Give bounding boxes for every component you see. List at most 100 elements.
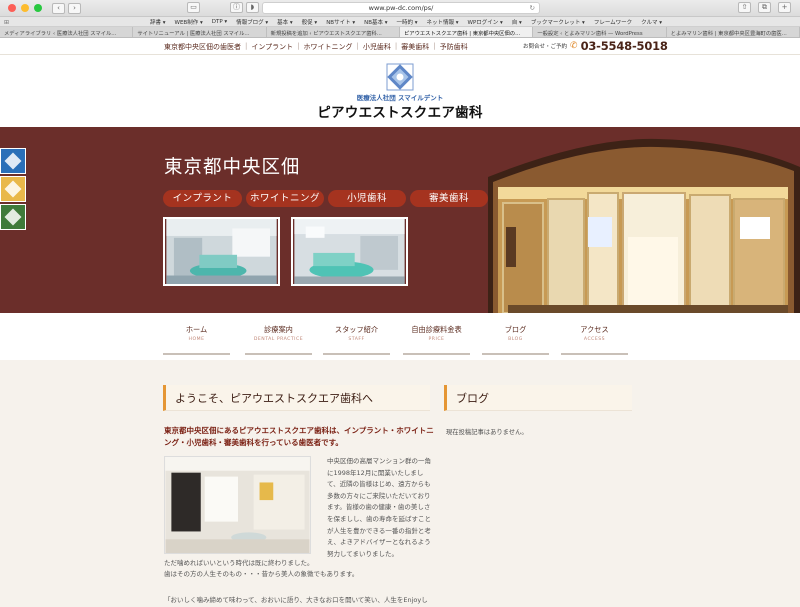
top-link[interactable]: 審美歯科	[401, 42, 429, 52]
main-content: ようこそ、ピアウエストスクエア歯科へ ブログ 東京都中央区佃にあるピアウエストス…	[0, 360, 800, 607]
link-separator: |	[297, 42, 300, 50]
sidebar-icon[interactable]: ▭	[187, 2, 200, 13]
nav-sublabel: DENTAL PRACTICE	[253, 337, 304, 342]
bookmark-item[interactable]: 情報ブログ ▾	[236, 18, 268, 26]
nav-label: ブログ	[504, 325, 527, 334]
share-icon[interactable]: ⇧	[738, 2, 751, 13]
bookmark-item[interactable]: 自 ▾	[512, 18, 522, 26]
logo-title[interactable]: ピアウエストスクエア歯科	[0, 101, 800, 121]
nav-price[interactable]: 自由診療料金表 PRICE	[403, 325, 470, 355]
forward-button[interactable]: ›	[68, 2, 81, 14]
nav-blog[interactable]: ブログ BLOG	[482, 325, 549, 355]
welcome-body: 中央区佃の高層マンション群の一角に1998年12月に開業いたしまして、近隣の皆様…	[327, 457, 431, 558]
top-links: 東京都中央区佃の歯医者 | インプラント | ホワイトニング | 小児歯科 | 審美歯科 | 予防歯…	[164, 42, 468, 52]
bookmark-item[interactable]: クルマ ▾	[641, 18, 662, 26]
nav-label: 診療案内	[264, 325, 293, 334]
nav-label: スタッフ紹介	[334, 325, 379, 334]
bookmark-item[interactable]: 一時的 ▾	[397, 18, 418, 26]
welcome-heading-bar: ようこそ、ピアウエストスクエア歯科へ	[163, 385, 430, 411]
clinic-interior-photo	[164, 456, 311, 554]
tabs-overview-icon[interactable]: ⧉	[758, 2, 771, 13]
nav-access[interactable]: アクセス ACCESS	[561, 325, 628, 355]
close-window-button[interactable]	[8, 4, 16, 12]
top-link[interactable]: インプラント	[251, 42, 293, 52]
blog-heading: ブログ	[456, 392, 489, 405]
site-top-bar: 東京都中央区佃の歯医者 | インプラント | ホワイトニング | 小児歯科 | 審美歯科 | 予防歯…	[0, 38, 800, 55]
browser-tab[interactable]: 新規投稿を追加 ‹ ピアウエストスクエア歯科...	[267, 27, 400, 37]
bookmark-item[interactable]: WPログイン ▾	[468, 18, 503, 26]
bookmark-item[interactable]: DTP ▾	[212, 19, 227, 25]
welcome-body-2: ただ噛めればいいという時代は既に終わりました。 歯はその方の人生そのもの・・・昔…	[164, 558, 434, 580]
bookmark-item[interactable]: ブックマークレット ▾	[531, 18, 585, 26]
bookmarks-bar: ⊞ 辞書 ▾ WEB制作 ▾ DTP ▾ 情報ブログ ▾ 基本 ▾ 般促 ▾ NBサイト ▾…	[0, 17, 800, 27]
shield-icon[interactable]: ◗	[246, 2, 259, 13]
nav-label: アクセス	[580, 325, 609, 334]
info-icon[interactable]: ⓘ	[230, 2, 243, 13]
tab-bar: メディアライブラリ ‹ 医療法人社団 スマイル... サイトリニューアル | 医療…	[0, 27, 800, 38]
side-tab-blue[interactable]	[0, 148, 26, 174]
link-separator: |	[394, 42, 398, 50]
bookmark-item[interactable]: フレームワーク	[594, 18, 632, 26]
nav-sublabel: STAFF	[348, 337, 365, 342]
phone-number[interactable]: 03-5548-5018	[581, 39, 668, 53]
nav-dental-practice[interactable]: 診療案内 DENTAL PRACTICE	[245, 325, 312, 355]
address-bar[interactable]: www.pw-dc.com/ps/ ↻	[262, 2, 540, 14]
hero-pill-whitening[interactable]: ホワイトニング	[246, 190, 324, 207]
hero-banner: 東京都中央区佃 インプラント ホワイトニング 小児歯科 審美歯科	[0, 127, 800, 313]
bookmark-item[interactable]: WEB制作 ▾	[175, 18, 203, 26]
welcome-body-3: 「おいしく噛み締めて味わって、おおいに語り、大きなお口を開いて笑い、人生をEnj…	[164, 596, 428, 604]
bookmark-item[interactable]: ネット情報 ▾	[427, 18, 459, 26]
nav-label: 自由診療料金表	[411, 325, 462, 334]
browser-window: ‹ › ▭ ⓘ ◗ www.pw-dc.com/ps/ ↻ ⇧ ⧉ + ⊞ 辞書…	[0, 0, 800, 607]
nav-staff[interactable]: スタッフ紹介 STAFF	[323, 325, 390, 355]
bookmarks-grid-icon[interactable]: ⊞	[4, 19, 9, 26]
link-separator: |	[356, 42, 359, 50]
nav-sublabel: BLOG	[508, 337, 523, 342]
welcome-lead: 東京都中央区佃にあるピアウエストスクエア歯科は、インプラント・ホワイトニング・小…	[164, 426, 434, 447]
minimize-window-button[interactable]	[21, 4, 29, 12]
side-tab-yellow[interactable]	[0, 176, 26, 202]
browser-tab[interactable]: とよみマリン歯科 | 東京都中央区豊海町の歯医...	[667, 27, 800, 37]
maximize-window-button[interactable]	[34, 4, 42, 12]
clinic-storefront-image	[468, 127, 800, 313]
welcome-heading: ようこそ、ピアウエストスクエア歯科へ	[175, 392, 373, 405]
reload-icon[interactable]: ↻	[530, 3, 535, 13]
contact-label: お問合せ・ご予約	[523, 44, 568, 50]
browser-tab[interactable]: サイトリニューアル | 医療法人社団 スマイル...	[133, 27, 267, 37]
clinic-logo-emblem[interactable]	[386, 63, 414, 91]
hero-pill-implant[interactable]: インプラント	[163, 190, 242, 207]
treatment-room-photo-1	[163, 217, 280, 286]
blog-empty-message: 現在投稿記事はありません。	[446, 429, 528, 436]
bookmark-item[interactable]: 般促 ▾	[302, 18, 318, 26]
phone-icon: ✆	[570, 41, 578, 51]
link-separator: |	[245, 42, 248, 50]
bookmark-item[interactable]: NB基本 ▾	[364, 18, 387, 26]
main-nav: ホーム HOME 診療案内 DENTAL PRACTICE スタッフ紹介 STA…	[0, 313, 800, 360]
browser-toolbar: ‹ › ▭ ⓘ ◗ www.pw-dc.com/ps/ ↻ ⇧ ⧉ +	[0, 0, 800, 17]
bookmark-item[interactable]: NBサイト ▾	[326, 18, 355, 26]
logo-area: 医療法人社団 スマイルデント ピアウエストスクエア歯科	[0, 55, 800, 127]
hero-pill-pediatric[interactable]: 小児歯科	[328, 190, 406, 207]
nav-home[interactable]: ホーム HOME	[163, 325, 230, 355]
nav-sublabel: ACCESS	[583, 337, 606, 342]
browser-tab-active[interactable]: ピアウエストスクエア歯科 | 東京都中央区佃の...	[399, 27, 534, 37]
browser-tab[interactable]: 一般設定 ‹ とよみマリン歯科 — WordPress	[533, 27, 667, 37]
nav-sublabel: PRICE	[428, 337, 445, 342]
top-link[interactable]: 小児歯科	[363, 42, 391, 52]
blog-heading-bar: ブログ	[444, 385, 632, 411]
contact-block: お問合せ・ご予約 ✆ 03-5548-5018	[523, 39, 668, 53]
hero-title: 東京都中央区佃	[164, 157, 301, 178]
side-tab-green[interactable]	[0, 204, 26, 230]
hero-pill-cosmetic[interactable]: 審美歯科	[410, 190, 488, 207]
new-tab-button[interactable]: +	[778, 2, 791, 13]
top-link[interactable]: 予防歯科	[440, 42, 468, 52]
back-button[interactable]: ‹	[52, 2, 65, 14]
bookmark-item[interactable]: 辞書 ▾	[150, 18, 166, 26]
welcome-body-2a: ただ噛めればいいという時代は既に終わりました。	[164, 559, 314, 567]
bookmark-item[interactable]: 基本 ▾	[277, 18, 293, 26]
welcome-body-2b: 歯はその方の人生そのもの・・・昔から美人の象徴でもあります。	[164, 570, 359, 578]
top-link[interactable]: 東京都中央区佃の歯医者	[164, 42, 241, 52]
browser-tab[interactable]: メディアライブラリ ‹ 医療法人社団 スマイル...	[0, 27, 134, 37]
top-link[interactable]: ホワイトニング	[304, 42, 353, 52]
nav-sublabel: HOME	[188, 337, 205, 342]
